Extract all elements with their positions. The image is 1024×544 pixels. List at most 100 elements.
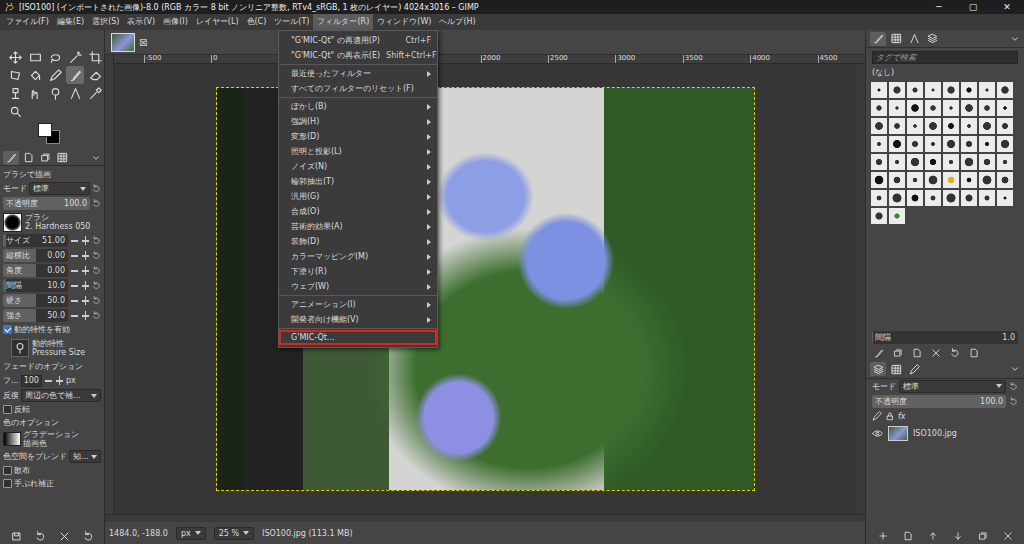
- menu-entry[interactable]: 照明と投影(L): [279, 144, 437, 159]
- brush-cell[interactable]: [960, 153, 978, 171]
- brush-preview[interactable]: [3, 213, 22, 232]
- dock-tab[interactable]: [888, 32, 904, 46]
- image-tab-thumbnail[interactable]: [111, 33, 135, 52]
- checkbox[interactable]: [3, 466, 12, 475]
- tool-button[interactable]: [66, 66, 84, 84]
- menu-entry[interactable]: ウェブ(W): [279, 279, 437, 294]
- menu-entry[interactable]: 汎用(G): [279, 189, 437, 204]
- brush-cell[interactable]: [888, 189, 906, 207]
- tool-button[interactable]: [86, 84, 104, 102]
- checkbox[interactable]: [3, 325, 12, 334]
- dock-tab[interactable]: [20, 151, 36, 165]
- reset-icon[interactable]: [92, 251, 101, 260]
- new-layer-icon[interactable]: [878, 531, 888, 541]
- tool-button[interactable]: [26, 66, 44, 84]
- save-icon[interactable]: [11, 531, 22, 542]
- tool-button[interactable]: [26, 84, 44, 102]
- brush-cell[interactable]: [870, 153, 888, 171]
- dock-tab[interactable]: [37, 151, 53, 165]
- tool-button[interactable]: [66, 84, 84, 102]
- increase-button[interactable]: [81, 235, 90, 246]
- slider-track[interactable]: 不透明度100.0: [3, 197, 90, 210]
- lock-pixels-icon[interactable]: [872, 411, 882, 421]
- tool-button[interactable]: [6, 48, 24, 66]
- brush-cell[interactable]: [906, 171, 924, 189]
- dock-tab[interactable]: [54, 151, 70, 165]
- brush-cell[interactable]: [906, 99, 924, 117]
- dock-tab[interactable]: [870, 362, 886, 376]
- tab-menu-icon[interactable]: [91, 153, 101, 163]
- tool-button[interactable]: [46, 84, 64, 102]
- reset-icon[interactable]: [92, 311, 101, 320]
- brush-cell[interactable]: [924, 135, 942, 153]
- dock-tab[interactable]: [870, 32, 886, 46]
- tool-button[interactable]: [66, 48, 84, 66]
- decrease-button[interactable]: [70, 295, 79, 306]
- gradient-swatch[interactable]: [3, 432, 21, 446]
- menu-entry[interactable]: "G'MIC-Qt" の再表示(E)Shift+Ctrl+F: [279, 48, 437, 63]
- brush-cell[interactable]: [906, 135, 924, 153]
- menu-item[interactable]: 選択(S): [88, 14, 123, 30]
- slider-track[interactable]: 硬さ50.0: [3, 294, 68, 307]
- brush-cell[interactable]: [978, 117, 996, 135]
- menu-entry[interactable]: 装飾(D): [279, 234, 437, 249]
- brush-cell[interactable]: [996, 135, 1014, 153]
- mode-dropdown[interactable]: 標準: [899, 380, 1006, 393]
- brush-cell[interactable]: [942, 117, 960, 135]
- slider-track[interactable]: サイズ51.00: [3, 234, 68, 247]
- menu-entry[interactable]: ぼかし(B): [279, 99, 437, 114]
- brush-cell[interactable]: [888, 135, 906, 153]
- fg-bg-colors[interactable]: [38, 123, 62, 145]
- layer-row[interactable]: ISO100.jpg: [866, 424, 1024, 444]
- raise-layer-icon[interactable]: [928, 531, 938, 541]
- tool-button[interactable]: [86, 48, 104, 66]
- brush-cell[interactable]: [906, 153, 924, 171]
- brush-cell[interactable]: [996, 81, 1014, 99]
- new-brush-icon[interactable]: [893, 348, 903, 358]
- reset-icon[interactable]: [92, 236, 101, 245]
- menu-entry[interactable]: 合成(O): [279, 204, 437, 219]
- minimize-button[interactable]: ─: [922, 0, 956, 14]
- menu-entry[interactable]: ノイズ(N): [279, 159, 437, 174]
- dropdown[interactable]: 標準: [29, 182, 90, 195]
- brush-cell[interactable]: [996, 117, 1014, 135]
- menu-item[interactable]: ファイル(F): [2, 14, 53, 30]
- lock-position-icon[interactable]: [885, 411, 895, 421]
- menu-item[interactable]: レイヤー(L): [192, 14, 243, 30]
- new-group-icon[interactable]: [903, 531, 913, 541]
- delete-layer-icon[interactable]: [1003, 531, 1013, 541]
- brush-cell[interactable]: [888, 81, 906, 99]
- dock-tab[interactable]: [906, 32, 922, 46]
- brush-cell[interactable]: [942, 189, 960, 207]
- brush-cell[interactable]: [870, 189, 888, 207]
- reset-icon[interactable]: [92, 199, 101, 208]
- menu-entry[interactable]: 下塗り(R): [279, 264, 437, 279]
- menu-item[interactable]: 色(C): [243, 14, 271, 30]
- menu-item[interactable]: 画像(I): [159, 14, 192, 30]
- reset-icon[interactable]: [92, 266, 101, 275]
- close-tab-button[interactable]: ⊠: [139, 37, 147, 48]
- menu-entry[interactable]: アニメーション(I): [279, 297, 437, 312]
- reset-icon[interactable]: [92, 184, 101, 193]
- menu-entry[interactable]: カラーマッピング(M): [279, 249, 437, 264]
- brush-cell[interactable]: [942, 99, 960, 117]
- slider-track[interactable]: 強さ50.0: [3, 309, 68, 322]
- dock-tab[interactable]: [888, 362, 904, 376]
- brush-cell[interactable]: [888, 171, 906, 189]
- tool-button[interactable]: [6, 66, 24, 84]
- reset-icon[interactable]: [92, 296, 101, 305]
- maximize-button[interactable]: ▢: [956, 0, 990, 14]
- tab-menu-icon[interactable]: [1010, 364, 1020, 374]
- refresh-icon[interactable]: [950, 348, 960, 358]
- brush-cell[interactable]: [960, 99, 978, 117]
- brush-cell[interactable]: [996, 171, 1014, 189]
- brush-cell[interactable]: [870, 207, 888, 225]
- brush-cell[interactable]: [924, 189, 942, 207]
- menu-item[interactable]: ヘルプ(H): [435, 14, 479, 30]
- reset-all-icon[interactable]: [83, 531, 94, 542]
- menu-entry[interactable]: 変形(D): [279, 129, 437, 144]
- edit-brush-icon[interactable]: [874, 348, 884, 358]
- brush-cell[interactable]: [906, 81, 924, 99]
- tool-button[interactable]: [86, 66, 104, 84]
- increase-button[interactable]: [81, 265, 90, 276]
